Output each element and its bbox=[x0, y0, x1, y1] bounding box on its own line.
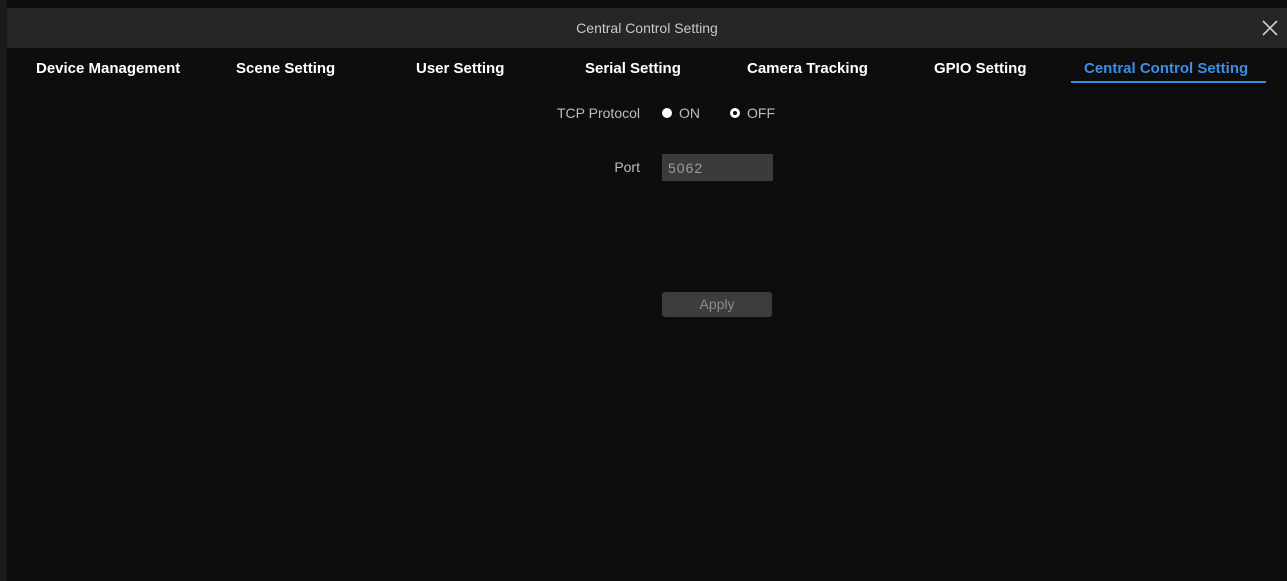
tab-central-control-setting[interactable]: Central Control Setting bbox=[1084, 48, 1248, 90]
tab-user-setting[interactable]: User Setting bbox=[416, 48, 504, 90]
port-input[interactable] bbox=[662, 154, 773, 181]
apply-button[interactable]: Apply bbox=[662, 292, 772, 317]
window-left-edge bbox=[0, 0, 7, 581]
tab-camera-tracking[interactable]: Camera Tracking bbox=[747, 48, 868, 90]
port-label: Port bbox=[614, 159, 640, 175]
window-title: Central Control Setting bbox=[576, 20, 718, 36]
tab-serial-setting[interactable]: Serial Setting bbox=[585, 48, 681, 90]
central-control-window: Central Control Setting Device Managemen… bbox=[0, 0, 1287, 581]
tab-bar: Device Management Scene Setting User Set… bbox=[7, 48, 1287, 90]
tab-device-management[interactable]: Device Management bbox=[36, 48, 180, 90]
radio-unselected-icon bbox=[662, 108, 672, 118]
active-tab-indicator bbox=[1071, 81, 1266, 83]
tab-gpio-setting[interactable]: GPIO Setting bbox=[934, 48, 1027, 90]
title-bar: Central Control Setting bbox=[7, 8, 1287, 48]
tcp-on-radio[interactable]: ON bbox=[662, 105, 700, 121]
tcp-on-label: ON bbox=[679, 105, 700, 121]
tcp-off-label: OFF bbox=[747, 105, 775, 121]
tcp-off-radio[interactable]: OFF bbox=[730, 105, 775, 121]
tab-scene-setting[interactable]: Scene Setting bbox=[236, 48, 335, 90]
close-icon[interactable] bbox=[1259, 17, 1281, 39]
tcp-protocol-label: TCP Protocol bbox=[557, 105, 640, 121]
radio-selected-icon bbox=[730, 108, 740, 118]
